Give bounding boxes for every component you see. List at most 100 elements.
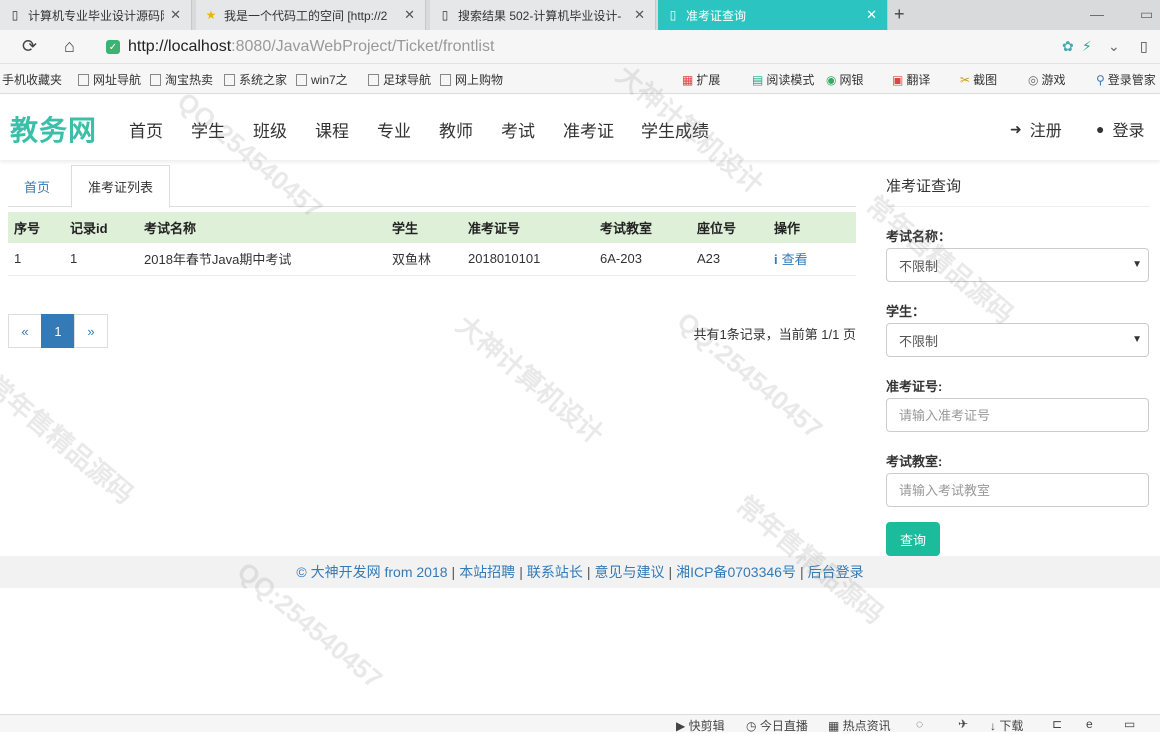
status-quick-clip[interactable]: ▶ 快剪辑 — [676, 717, 725, 734]
footer-separator: | — [451, 564, 456, 580]
status-window-icon[interactable]: ▭ — [1124, 717, 1135, 731]
exam-select[interactable]: 不限制 ▼ — [886, 248, 1149, 282]
cell-seat: A23 — [691, 243, 768, 276]
nav-item-students[interactable]: 学生 — [191, 117, 225, 142]
gamepad-icon: ◎ — [1028, 72, 1039, 87]
chevron-down-icon[interactable]: ⌄ — [1108, 38, 1120, 55]
watermark-text: 常年售精品源码 — [0, 369, 140, 510]
bookmark-item[interactable]: 手机收藏夹 — [2, 71, 62, 88]
footer-link-feedback[interactable]: 意见与建议 — [594, 562, 664, 582]
book-icon: ▤ — [752, 72, 764, 87]
login-manager-button[interactable]: ⚲ 登录管家 — [1096, 71, 1156, 88]
nav-item-courses[interactable]: 课程 — [315, 117, 349, 142]
browser-tab-2[interactable]: ★ 我是一个代码工的空间 [http://2 ✕ — [196, 0, 426, 30]
url-host-text: http://localhost — [128, 38, 232, 55]
status-layout-icon[interactable]: ⊏ — [1052, 717, 1062, 731]
folder-icon — [78, 73, 89, 86]
close-icon[interactable]: ✕ — [404, 7, 415, 23]
pagination-next[interactable]: » — [74, 314, 108, 348]
bookmark-label: 网址导航 — [93, 73, 142, 87]
url-field[interactable]: ✓ http://localhost :8080/JavaWebProject/… — [106, 34, 1056, 60]
page-icon: ▯ — [669, 8, 677, 22]
live-icon: ◷ — [746, 719, 760, 733]
close-icon[interactable]: ✕ — [866, 7, 877, 23]
column-header: 学生 — [386, 212, 462, 243]
toolbar-label: 登录管家 — [1107, 73, 1156, 87]
browser-tab-4[interactable]: ▯ 准考证查询 ✕ — [658, 0, 888, 30]
register-link[interactable]: ➜ 注册 — [1010, 117, 1062, 141]
status-ie-icon[interactable]: e — [1086, 717, 1093, 731]
minimize-icon[interactable]: — — [1090, 6, 1104, 22]
nav-item-classes[interactable]: 班级 — [253, 117, 287, 142]
star-icon: ★ — [205, 8, 217, 22]
bookmark-item[interactable]: 足球导航 — [368, 71, 431, 88]
screenshot-button[interactable]: ✂ 截图 — [960, 71, 997, 88]
bookmark-item[interactable]: 系统之家 — [224, 71, 287, 88]
tab-ticket-list[interactable]: 准考证列表 — [71, 165, 171, 208]
bookmark-label: win7之 — [311, 73, 348, 87]
register-label: 注册 — [1029, 123, 1062, 140]
close-icon[interactable]: ✕ — [170, 7, 181, 23]
clip-icon: ▶ — [676, 719, 689, 733]
bookmark-item[interactable]: 淘宝热卖 — [150, 71, 213, 88]
pagination-page[interactable]: 1 — [41, 314, 75, 348]
browser-tab-3[interactable]: ▯ 搜索结果 502-计算机毕业设计- ✕ — [430, 0, 656, 30]
browser-tab-1[interactable]: ▯ 计算机专业毕业设计源码网 ✕ — [0, 0, 192, 30]
footer-link-icp[interactable]: 湘ICP备0703346号 — [676, 562, 796, 582]
status-download[interactable]: ↓ 下载 — [990, 717, 1023, 734]
lightning-icon[interactable]: ⚡ — [1082, 38, 1092, 55]
login-link[interactable]: ● 登录 — [1096, 117, 1144, 141]
status-live[interactable]: ◷ 今日直播 — [746, 717, 808, 734]
bookmark-item[interactable]: 网址导航 — [78, 71, 141, 88]
nav-item-teachers[interactable]: 教师 — [439, 117, 473, 142]
bookmark-item[interactable]: win7之 — [296, 71, 348, 88]
refresh-spin-icon[interactable]: ✿ — [1062, 38, 1074, 55]
status-news[interactable]: ▦ 热点资讯 — [828, 717, 891, 734]
query-button[interactable]: 查询 — [886, 522, 940, 556]
footer-copyright[interactable]: © 大神开发网 from 2018 — [296, 562, 447, 582]
footer-link-jobs[interactable]: 本站招聘 — [459, 562, 515, 582]
cell-exam: 2018年春节Java期中考试 — [138, 243, 386, 276]
info-icon: i — [774, 252, 778, 268]
extensions-button[interactable]: ▦ 扩展 — [682, 71, 720, 88]
view-label: 查看 — [781, 252, 808, 268]
phone-icon[interactable]: ▯ — [1140, 38, 1148, 55]
games-button[interactable]: ◎ 游戏 — [1028, 71, 1066, 88]
cell-ticket: 2018010101 — [462, 243, 594, 276]
translate-button[interactable]: ▣ 翻译 — [892, 71, 930, 88]
new-tab-icon[interactable]: + — [894, 4, 905, 25]
view-link[interactable]: i 查看 — [774, 252, 808, 267]
pagination-summary: 共有1条记录，当前第 1/1 页 — [693, 327, 856, 342]
maximize-icon[interactable]: ▭ — [1140, 6, 1153, 23]
site-brand[interactable]: 教务网 — [10, 109, 97, 149]
nav-item-tickets[interactable]: 准考证 — [563, 117, 614, 142]
scissors-icon: ✂ — [960, 72, 971, 87]
exam-room-input[interactable] — [886, 473, 1149, 507]
content-tabs: 首页 准考证列表 — [8, 165, 856, 208]
ticket-number-input[interactable] — [886, 398, 1149, 432]
footer-link-admin-login[interactable]: 后台登录 — [808, 562, 864, 582]
nav-item-scores[interactable]: 学生成绩 — [641, 117, 709, 142]
status-speed-icon[interactable]: ◌ — [916, 717, 923, 731]
toolbar-label: 扩展 — [696, 73, 721, 87]
reading-mode-button[interactable]: ▤ 阅读模式 — [752, 71, 814, 88]
bookmark-label: 手机收藏夹 — [2, 73, 63, 87]
close-icon[interactable]: ✕ — [634, 7, 645, 23]
status-rocket-icon[interactable]: ✈ — [958, 717, 968, 731]
nav-item-majors[interactable]: 专业 — [377, 117, 411, 142]
search-panel-title: 准考证查询 — [886, 175, 1150, 207]
nav-item-home[interactable]: 首页 — [129, 117, 163, 142]
toolbar-label: 翻译 — [906, 73, 931, 87]
tab-home[interactable]: 首页 — [8, 165, 66, 207]
student-select[interactable]: 不限制 ▼ — [886, 323, 1149, 357]
cell-action: i 查看 — [768, 243, 856, 276]
home-icon[interactable]: ⌂ — [64, 36, 75, 57]
footer-link-contact[interactable]: 联系站长 — [527, 562, 583, 582]
reload-icon[interactable]: ⟳ — [22, 36, 37, 57]
nav-item-exams[interactable]: 考试 — [501, 117, 535, 142]
pagination-prev[interactable]: « — [8, 314, 42, 348]
caret-down-icon: ▼ — [1132, 259, 1142, 270]
bookmark-item[interactable]: 网上购物 — [440, 71, 503, 88]
folder-icon — [440, 73, 451, 86]
bank-button[interactable]: ◉ 网银 — [826, 71, 864, 88]
